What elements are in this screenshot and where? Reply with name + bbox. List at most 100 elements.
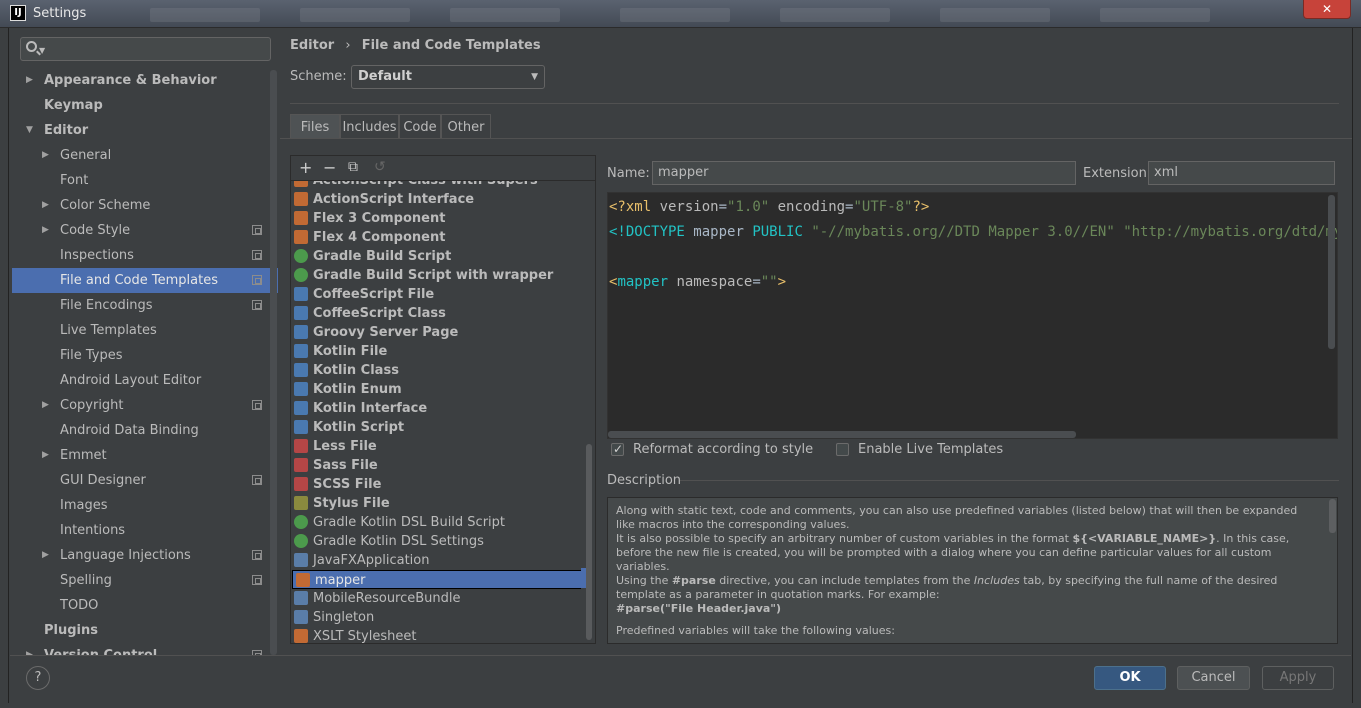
template-list-item[interactable]: Kotlin Enum	[291, 380, 581, 399]
template-list-item[interactable]: Kotlin Script	[291, 418, 581, 437]
sidebar-item-android-layout-editor[interactable]: Android Layout Editor	[12, 368, 278, 393]
template-list-item[interactable]: Sass File	[291, 456, 581, 475]
sidebar-item-file-and-code-templates[interactable]: File and Code Templates	[12, 268, 278, 293]
tab-includes[interactable]: Includes	[340, 114, 399, 139]
sidebar-item-emmet[interactable]: ▶ Emmet	[12, 443, 278, 468]
sidebar-item-label: Images	[60, 498, 108, 513]
sidebar-item-spelling[interactable]: Spelling	[12, 568, 278, 593]
template-list-item[interactable]: Flex 4 Component	[291, 228, 581, 247]
file-type-icon	[294, 629, 308, 643]
template-list-item[interactable]: Groovy Server Page	[291, 323, 581, 342]
sidebar-item-file-types[interactable]: File Types	[12, 343, 278, 368]
settings-search-input[interactable]: ▼	[20, 37, 271, 61]
apply-button[interactable]: Apply	[1262, 666, 1334, 690]
sidebar-item-font[interactable]: Font	[12, 168, 278, 193]
sidebar-item-inspections[interactable]: Inspections	[12, 243, 278, 268]
close-button[interactable]: ✕	[1303, 0, 1351, 19]
scheme-dropdown[interactable]: Default ▼	[351, 65, 545, 89]
editor-horizontal-scrollbar[interactable]	[608, 431, 1076, 438]
template-list-item[interactable]: Kotlin File	[291, 342, 581, 361]
template-list-item[interactable]: SCSS File	[291, 475, 581, 494]
remove-icon[interactable]: −	[323, 158, 336, 177]
ok-button[interactable]: OK	[1094, 666, 1166, 690]
template-list-item[interactable]: Gradle Build Script with wrapper	[291, 266, 581, 285]
code-token: mapper	[617, 274, 677, 290]
sidebar-item-intentions[interactable]: Intentions	[12, 518, 278, 543]
template-list-item[interactable]: Stylus File	[291, 494, 581, 513]
tab-code[interactable]: Code	[399, 114, 441, 139]
template-list-item[interactable]: ActionScript Class with Supers	[291, 181, 581, 190]
sidebar-item-keymap[interactable]: Keymap	[12, 93, 278, 118]
template-list-item[interactable]: ActionScript Interface	[291, 190, 581, 209]
template-list-item[interactable]: Less File	[291, 437, 581, 456]
template-list-item[interactable]: MobileResourceBundle	[291, 589, 581, 608]
background-tab	[620, 8, 730, 22]
code-token: >	[777, 274, 787, 290]
expanded-arrow-icon[interactable]: ▼	[26, 118, 33, 143]
sidebar-item-plugins[interactable]: Plugins	[12, 618, 278, 643]
editor-vertical-scrollbar[interactable]	[1328, 195, 1335, 349]
collapsed-arrow-icon[interactable]: ▶	[42, 218, 49, 243]
template-list-item[interactable]: Kotlin Interface	[291, 399, 581, 418]
template-label: Singleton	[313, 610, 375, 625]
cancel-button[interactable]: Cancel	[1177, 666, 1250, 690]
sidebar-item-general[interactable]: ▶ General	[12, 143, 278, 168]
template-list-item[interactable]: JavaFXApplication	[291, 551, 581, 570]
tree-scrollbar[interactable]	[270, 70, 277, 655]
name-label: Name:	[607, 166, 650, 181]
sidebar-item-label: File and Code Templates	[60, 273, 218, 288]
reset-icon[interactable]: ↺	[374, 159, 386, 175]
description-panel[interactable]: Along with static text, code and comment…	[607, 497, 1338, 644]
template-list-item[interactable]: mapper	[292, 570, 581, 589]
template-list-item[interactable]: Kotlin Class	[291, 361, 581, 380]
sidebar-item-label: Code Style	[60, 223, 131, 238]
collapsed-arrow-icon[interactable]: ▶	[26, 68, 33, 93]
sidebar-item-android-data-binding[interactable]: Android Data Binding	[12, 418, 278, 443]
template-list-item[interactable]: CoffeeScript File	[291, 285, 581, 304]
sidebar-item-copyright[interactable]: ▶ Copyright	[12, 393, 278, 418]
collapsed-arrow-icon[interactable]: ▶	[26, 643, 33, 655]
sidebar-item-gui-designer[interactable]: GUI Designer	[12, 468, 278, 493]
list-scrollbar-thumb[interactable]	[586, 444, 592, 640]
template-list-item[interactable]: Gradle Kotlin DSL Build Script	[291, 513, 581, 532]
sidebar-item-language-injections[interactable]: ▶ Language Injections	[12, 543, 278, 568]
template-list-item[interactable]: CoffeeScript Class	[291, 304, 581, 323]
search-history-dropdown-icon[interactable]: ▼	[39, 46, 45, 55]
sidebar-item-color-scheme[interactable]: ▶ Color Scheme	[12, 193, 278, 218]
collapsed-arrow-icon[interactable]: ▶	[42, 393, 49, 418]
tab-other[interactable]: Other	[441, 114, 491, 139]
sidebar-item-version-control[interactable]: ▶ Version Control	[12, 643, 278, 655]
collapsed-arrow-icon[interactable]: ▶	[42, 143, 49, 168]
collapsed-arrow-icon[interactable]: ▶	[42, 543, 49, 568]
sidebar-item-images[interactable]: Images	[12, 493, 278, 518]
sidebar-item-file-encodings[interactable]: File Encodings	[12, 293, 278, 318]
copy-icon[interactable]: ⧉	[348, 159, 358, 175]
add-icon[interactable]: +	[299, 158, 312, 177]
template-list-item[interactable]: Flex 3 Component	[291, 209, 581, 228]
sidebar-item-editor[interactable]: ▼ Editor	[12, 118, 278, 143]
search-icon	[26, 41, 37, 52]
sidebar-item-appearance-behavior[interactable]: ▶ Appearance & Behavior	[12, 68, 278, 93]
template-list-item[interactable]: XSLT Stylesheet	[291, 627, 581, 643]
template-list-item[interactable]: Gradle Build Script	[291, 247, 581, 266]
file-type-icon	[294, 181, 308, 187]
template-list-item[interactable]: Gradle Kotlin DSL Settings	[291, 532, 581, 551]
template-list-item[interactable]: Singleton	[291, 608, 581, 627]
tab-files[interactable]: Files	[290, 114, 340, 139]
description-scrollbar[interactable]	[1329, 499, 1336, 533]
collapsed-arrow-icon[interactable]: ▶	[42, 193, 49, 218]
help-button[interactable]: ?	[26, 666, 50, 690]
sidebar-item-code-style[interactable]: ▶ Code Style	[12, 218, 278, 243]
collapsed-arrow-icon[interactable]: ▶	[42, 443, 49, 468]
name-field[interactable]: mapper	[652, 161, 1076, 185]
sidebar-item-todo[interactable]: TODO	[12, 593, 278, 618]
project-scope-icon	[252, 575, 262, 585]
file-type-icon	[294, 477, 308, 491]
divider	[290, 103, 1339, 104]
extension-field[interactable]: xml	[1148, 161, 1335, 185]
template-code-editor[interactable]: <?xml version="1.0" encoding="UTF-8"?> <…	[607, 192, 1338, 439]
list-scrollbar[interactable]	[581, 181, 595, 643]
code-token: version	[659, 199, 719, 215]
description-code: #parse("File Header.java")	[616, 602, 782, 615]
sidebar-item-live-templates[interactable]: Live Templates	[12, 318, 278, 343]
